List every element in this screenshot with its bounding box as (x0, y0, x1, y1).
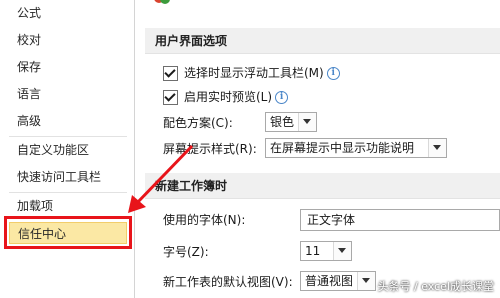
options-content: 用户界面选项 选择时显示浮动工具栏(M) i 启用实时预览(L) i 配色方案(C)… (135, 0, 500, 298)
screen-tip-value: 在屏幕提示中显示功能说明 (270, 141, 415, 155)
nav-divider (9, 192, 127, 193)
nav-item-language[interactable]: 语言 (9, 83, 127, 105)
chevron-down-icon[interactable] (357, 272, 375, 290)
nav-item-addins[interactable]: 加载项 (9, 195, 127, 217)
nav-divider (9, 136, 127, 137)
color-scheme-value: 银色 (270, 115, 295, 129)
live-preview-label: 启用实时预览(L) (184, 90, 273, 104)
nav-item-formulas[interactable]: 公式 (9, 2, 127, 24)
font-size-label: 字号(Z): (163, 245, 209, 259)
font-label: 使用的字体(N): (163, 213, 246, 227)
nav-item-advanced[interactable]: 高级 (9, 110, 127, 132)
nav-item-proofing[interactable]: 校对 (9, 29, 127, 51)
watermark-text: 头条号 / excel成长课堂 (377, 280, 494, 293)
info-icon[interactable]: i (275, 91, 289, 104)
font-field[interactable]: 正文字体 (300, 209, 500, 231)
default-view-label: 新工作表的默认视图(V): (163, 275, 293, 289)
font-size-value: 11 (305, 244, 321, 258)
chevron-down-icon[interactable] (298, 113, 316, 131)
default-view-select[interactable]: 普通视图 (300, 271, 376, 291)
nav-item-customize-ribbon[interactable]: 自定义功能区 (9, 139, 127, 161)
options-icon (154, 0, 170, 4)
color-scheme-label: 配色方案(C): (163, 116, 233, 130)
live-preview-option[interactable]: 启用实时预览(L) i (163, 86, 289, 108)
default-view-value: 普通视图 (305, 274, 354, 288)
font-value: 正文字体 (307, 213, 356, 227)
nav-item-quick-access-toolbar[interactable]: 快速访问工具栏 (9, 166, 127, 188)
floating-toolbar-option[interactable]: 选择时显示浮动工具栏(M) i (163, 62, 340, 84)
font-size-select[interactable]: 11 (300, 241, 352, 261)
chevron-down-icon[interactable] (333, 242, 351, 260)
section-header-ui-options: 用户界面选项 (145, 28, 500, 54)
screen-tip-select[interactable]: 在屏幕提示中显示功能说明 (265, 138, 447, 158)
chevron-down-icon[interactable] (428, 139, 446, 157)
screen-tip-label: 屏幕提示样式(R): (163, 142, 257, 156)
floating-toolbar-checkbox[interactable] (163, 66, 178, 81)
annotation-highlight-box (4, 216, 132, 249)
nav-item-save[interactable]: 保存 (9, 56, 127, 78)
info-icon[interactable]: i (326, 67, 340, 80)
color-scheme-select[interactable]: 银色 (265, 112, 317, 132)
section-header-new-workbook: 新建工作簿时 (145, 173, 500, 199)
live-preview-checkbox[interactable] (163, 90, 178, 105)
floating-toolbar-label: 选择时显示浮动工具栏(M) (184, 66, 324, 80)
options-nav: 公式 校对 保存 语言 高级 自定义功能区 快速访问工具栏 加载项 信任中心 (0, 0, 135, 298)
